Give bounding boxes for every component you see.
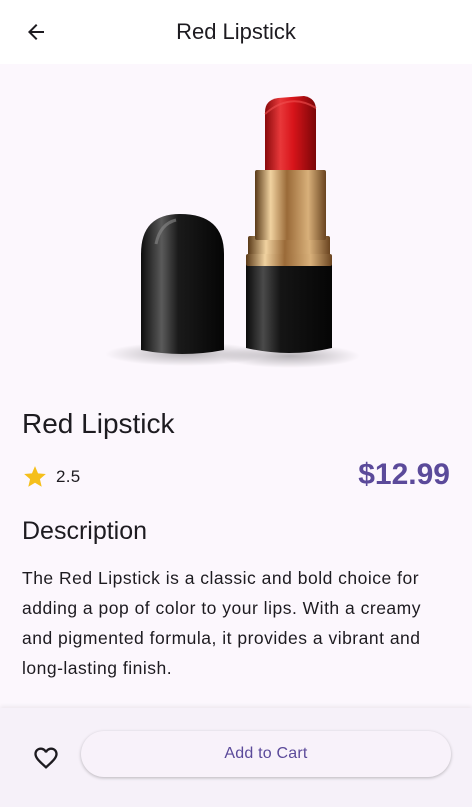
product-name: Red Lipstick [22, 408, 175, 439]
favorite-button[interactable] [22, 734, 70, 782]
product-image [0, 64, 472, 388]
page-title: Red Lipstick [176, 19, 296, 44]
description-heading: Description [22, 517, 148, 545]
arrow-back-icon [28, 24, 44, 40]
product-price: $12.99 [358, 458, 450, 491]
heart-outline-icon [34, 747, 58, 769]
app-bar: Red Lipstick [0, 0, 472, 64]
back-button[interactable] [12, 8, 60, 56]
bottom-action-bar: Add to Cart [0, 708, 472, 807]
star-icon [24, 466, 46, 487]
product-rating: 2.5 [22, 462, 81, 492]
rating-value: 2.5 [56, 467, 81, 486]
description-text: The Red Lipstick is a classic and bold c… [22, 568, 421, 678]
add-to-cart-button[interactable]: Add to Cart [81, 731, 451, 777]
